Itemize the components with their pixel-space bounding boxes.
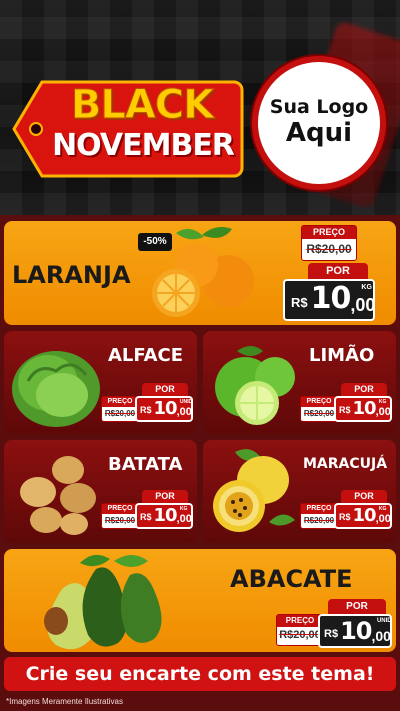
price-integer: 10 xyxy=(310,281,352,316)
product-name: ALFACE xyxy=(108,345,184,366)
price-unit: KG xyxy=(361,284,372,291)
lime-icon xyxy=(215,346,295,425)
current-price: R$ 10 ,00 UNID xyxy=(135,396,193,422)
price-integer: 10 xyxy=(153,505,178,526)
price-decimal: ,00 xyxy=(176,406,192,418)
logo-placeholder[interactable]: Sua Logo Aqui xyxy=(252,56,386,190)
old-price-tag: PREÇO R$20,00 xyxy=(101,503,139,529)
por-label: POR xyxy=(308,263,368,279)
price-unit: KG xyxy=(179,506,188,512)
lettuce-icon xyxy=(12,351,100,427)
por-label: POR xyxy=(142,490,188,503)
black-november-tag: BLACK NOVEMBER xyxy=(12,76,244,182)
old-price-label: PREÇO xyxy=(301,504,337,514)
por-label: POR xyxy=(142,383,188,396)
por-label: POR xyxy=(341,383,387,396)
old-price-label: PREÇO xyxy=(277,615,323,627)
product-card-maracuja[interactable]: MARACUJÁ POR PREÇO R$20,00 R$ 10 ,00 KG xyxy=(203,440,396,543)
product-card-limao[interactable]: LIMÃO POR PREÇO R$20,00 R$ 10 ,00 KG xyxy=(203,331,396,434)
price-decimal: ,00 xyxy=(371,628,391,644)
old-price-label: PREÇO xyxy=(102,397,138,407)
price-integer: 10 xyxy=(352,398,377,419)
por-label: POR xyxy=(328,599,386,614)
old-price-tag: PREÇO R$20,00 xyxy=(101,396,139,422)
old-price-value: R$20,00 xyxy=(104,516,136,525)
product-name: ABACATE xyxy=(230,565,353,593)
old-price-label: PREÇO xyxy=(301,397,337,407)
logo-text-line2: Aqui xyxy=(285,117,353,148)
por-label: POR xyxy=(341,490,387,503)
passion-fruit-icon xyxy=(213,449,295,532)
discount-badge: -50% xyxy=(138,233,172,251)
price-decimal: ,00 xyxy=(350,295,376,315)
price-decimal: ,00 xyxy=(375,513,391,525)
old-price-tag: PREÇO R$20,00 xyxy=(276,614,324,646)
current-price: R$ 10 ,00 KG xyxy=(334,396,392,422)
current-price: R$ 10 ,00 UNID xyxy=(318,614,392,648)
old-price-tag: PREÇO R$20,00 xyxy=(300,503,338,529)
product-name: LIMÃO xyxy=(309,345,375,366)
price-decimal: ,00 xyxy=(176,513,192,525)
price-currency: R$ xyxy=(339,405,351,415)
avocado-icon xyxy=(44,554,162,650)
product-card-abacate[interactable]: ABACATE POR PREÇO R$20,00 R$ 10 ,00 UNID xyxy=(4,549,396,652)
price-decimal: ,00 xyxy=(375,406,391,418)
disclaimer-text: *Imagens Meramente Ilustrativas xyxy=(6,697,123,706)
old-price-label: PREÇO xyxy=(302,226,356,239)
old-price-value: R$20,00 xyxy=(306,242,352,256)
price-currency: R$ xyxy=(291,295,308,310)
tag-title-november: NOVEMBER xyxy=(52,128,235,163)
product-card-alface[interactable]: ALFACE POR PREÇO R$20,00 R$ 10 ,00 UNID xyxy=(4,331,197,434)
old-price-tag: PREÇO R$20,00 xyxy=(301,225,357,261)
current-price: R$ 10 ,00 KG xyxy=(334,503,392,529)
potato-icon xyxy=(20,456,96,535)
current-price: R$ 10 ,00 KG xyxy=(135,503,193,529)
product-card-batata[interactable]: BATATA POR PREÇO R$20,00 R$ 10 ,00 KG xyxy=(4,440,197,543)
old-price-value: R$20,00 xyxy=(104,409,136,418)
logo-text-line1: Sua Logo xyxy=(269,96,369,119)
current-price: R$ 10 ,00 KG xyxy=(283,279,375,321)
price-integer: 10 xyxy=(352,505,377,526)
price-currency: R$ xyxy=(140,512,152,522)
product-name: LARANJA xyxy=(12,261,131,289)
price-unit: UNID xyxy=(376,618,392,624)
old-price-value: R$20,00 xyxy=(279,629,321,641)
old-price-value: R$20,00 xyxy=(303,516,335,525)
old-price-value: R$20,00 xyxy=(303,409,335,418)
old-price-label: PREÇO xyxy=(102,504,138,514)
price-integer: 10 xyxy=(153,398,178,419)
product-name: BATATA xyxy=(108,454,183,475)
price-currency: R$ xyxy=(324,628,339,640)
price-currency: R$ xyxy=(140,405,152,415)
product-card-laranja[interactable]: LARANJA PREÇO R$20,00 POR R$ 10 ,00 KG xyxy=(4,221,396,325)
header-banner: BLACK NOVEMBER Sua Logo Aqui xyxy=(0,0,400,215)
price-unit: UNID xyxy=(179,399,193,405)
price-unit: KG xyxy=(378,506,387,512)
price-unit: KG xyxy=(378,399,387,405)
product-name: MARACUJÁ xyxy=(303,456,388,472)
price-integer: 10 xyxy=(340,617,372,645)
tag-title-black: BLACK xyxy=(70,82,214,129)
old-price-tag: PREÇO R$20,00 xyxy=(300,396,338,422)
create-flyer-button[interactable]: Crie seu encarte com este tema! xyxy=(4,657,396,691)
price-currency: R$ xyxy=(339,512,351,522)
